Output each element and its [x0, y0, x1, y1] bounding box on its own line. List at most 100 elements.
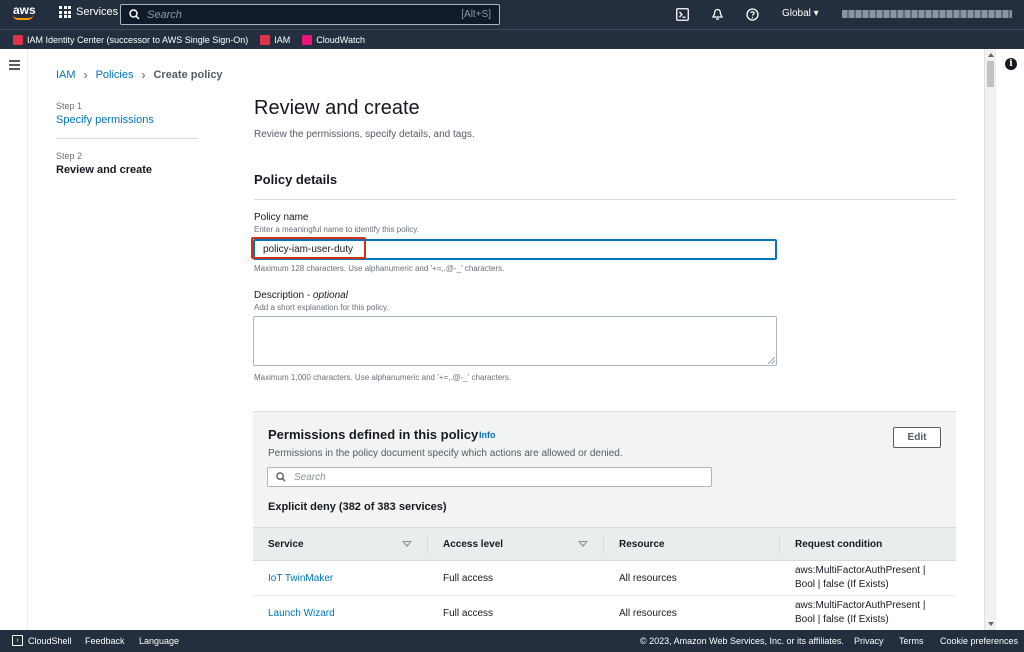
chevron-right-icon: ›	[141, 68, 146, 82]
cloudwatch-icon	[302, 34, 313, 45]
permissions-search-input[interactable]: Search	[267, 467, 712, 487]
edit-button[interactable]: Edit	[893, 427, 941, 448]
breadcrumb: IAM › Policies › Create policy	[56, 68, 223, 82]
request-condition-cell: aws:MultiFactorAuthPresent | Bool | false…	[780, 595, 956, 630]
explicit-deny-title: Explicit deny (382 of 383 services)	[268, 501, 447, 513]
cookie-preferences-link[interactable]: Cookie preferences	[940, 636, 1018, 646]
step-1-label: Step 1	[56, 101, 83, 111]
page-scrollbar[interactable]	[984, 49, 995, 630]
cloudshell-button[interactable]: › CloudShell	[12, 635, 72, 646]
description-field-desc: Add a short explanation for this policy.	[254, 303, 389, 312]
info-icon[interactable]: i	[1005, 58, 1017, 70]
search-placeholder: Search	[147, 8, 182, 21]
step-2-current: Review and create	[56, 164, 152, 176]
condition-line: aws:MultiFactorAuthPresent |	[795, 600, 926, 611]
permissions-table: Service Access level Resource Request co…	[253, 527, 956, 630]
sort-icon[interactable]	[402, 541, 412, 547]
services-grid-icon	[59, 6, 71, 18]
region-selector[interactable]: Global ▾	[782, 8, 819, 19]
description-hint: Maximum 1,000 characters. Use alphanumer…	[254, 373, 512, 382]
favorite-cloudwatch[interactable]: CloudWatch	[302, 34, 365, 45]
terms-link[interactable]: Terms	[899, 636, 924, 646]
aws-logo[interactable]: aws	[13, 4, 37, 24]
column-header-request-condition: Request condition	[780, 527, 956, 561]
search-placeholder: Search	[294, 471, 326, 483]
scroll-thumb[interactable]	[987, 61, 994, 87]
column-label: Request condition	[795, 538, 883, 550]
wizard-steps: Step 1 Specify permissions Step 2 Review…	[56, 101, 198, 176]
description-textarea[interactable]	[253, 316, 777, 366]
language-link[interactable]: Language	[139, 636, 179, 646]
column-label: Access level	[443, 538, 504, 550]
section-divider	[254, 199, 956, 200]
step-1-link[interactable]: Specify permissions	[56, 114, 198, 126]
cloudshell-icon: ›	[12, 635, 23, 646]
resize-grip-icon[interactable]	[768, 357, 775, 364]
services-button[interactable]: Services	[59, 6, 118, 18]
tools-rail: i	[995, 49, 1024, 630]
iam-identity-center-icon	[13, 34, 23, 45]
service-link[interactable]: Launch Wizard	[253, 595, 428, 630]
column-header-service[interactable]: Service	[253, 527, 428, 561]
column-header-resource: Resource	[604, 527, 780, 561]
bell-icon[interactable]	[710, 7, 724, 21]
breadcrumb-policies[interactable]: Policies	[96, 69, 134, 81]
favorite-label: CloudWatch	[316, 34, 365, 45]
permissions-description: Permissions in the policy document speci…	[268, 448, 623, 459]
condition-line: Bool | false (If Exists)	[795, 614, 889, 625]
services-label: Services	[76, 6, 119, 18]
policy-details-title: Policy details	[254, 172, 338, 187]
scroll-down-icon[interactable]	[988, 622, 994, 626]
favorites-bar: IAM Identity Center (successor to AWS Si…	[0, 29, 1024, 49]
description-label: Description - optional	[254, 290, 348, 301]
policy-name-description: Enter a meaningful name to identify this…	[254, 225, 419, 234]
step-2-label: Step 2	[56, 151, 83, 161]
sort-icon[interactable]	[578, 541, 588, 547]
iam-service-icon	[260, 34, 271, 45]
chevron-right-icon: ›	[83, 68, 88, 82]
access-level-cell: Full access	[428, 560, 604, 596]
favorite-label: IAM Identity Center (successor to AWS Si…	[27, 34, 249, 45]
page-description: Review the permissions, specify details,…	[254, 129, 475, 140]
access-level-cell: Full access	[428, 595, 604, 630]
account-menu[interactable]	[842, 10, 1012, 18]
column-header-access-level[interactable]: Access level	[428, 527, 604, 561]
side-navigation-rail	[0, 49, 28, 630]
page-title: Review and create	[254, 97, 420, 119]
main-content: IAM › Policies › Create policy Step 1 Sp…	[29, 49, 984, 630]
permissions-title: Permissions defined in this policy	[268, 427, 479, 442]
condition-line: Bool | false (If Exists)	[795, 579, 889, 590]
cloudshell-icon[interactable]	[675, 7, 689, 21]
copyright-text: © 2023, Amazon Web Services, Inc. or its…	[640, 636, 844, 646]
favorite-label: IAM	[274, 34, 291, 45]
optional-text: - optional	[304, 290, 348, 301]
info-link[interactable]: Info	[479, 430, 496, 440]
breadcrumb-iam[interactable]: IAM	[56, 69, 76, 81]
favorite-iam-identity-center[interactable]: IAM Identity Center (successor to AWS Si…	[13, 34, 249, 45]
search-icon	[276, 472, 286, 482]
column-label: Resource	[619, 538, 665, 550]
column-label: Service	[268, 538, 304, 550]
global-search-input[interactable]: Search [Alt+S]	[120, 4, 500, 25]
menu-icon[interactable]	[9, 60, 20, 72]
scroll-up-icon[interactable]	[988, 53, 994, 57]
service-link[interactable]: IoT TwinMaker	[253, 560, 428, 596]
footer: › CloudShell Feedback Language © 2023, A…	[0, 630, 1024, 652]
step-divider	[56, 138, 198, 139]
table-row: Launch Wizard Full access All resources …	[253, 595, 956, 630]
breadcrumb-current: Create policy	[153, 69, 223, 81]
search-icon	[125, 9, 143, 20]
permissions-panel: Permissions defined in this policy Info …	[253, 411, 956, 630]
resource-cell: All resources	[604, 560, 780, 596]
help-icon[interactable]	[745, 7, 759, 21]
aws-logo-text: aws	[13, 3, 36, 17]
favorite-iam[interactable]: IAM	[260, 34, 291, 45]
feedback-link[interactable]: Feedback	[85, 636, 125, 646]
search-shortcut: [Alt+S]	[461, 9, 491, 20]
top-navigation: aws Services Search [Alt+S] Global ▾	[0, 0, 1024, 29]
privacy-link[interactable]: Privacy	[854, 636, 884, 646]
condition-line: aws:MultiFactorAuthPresent |	[795, 565, 926, 576]
annotation-highlight-box	[251, 237, 366, 259]
policy-name-label: Policy name	[254, 212, 309, 223]
cloudshell-label: CloudShell	[28, 635, 72, 646]
